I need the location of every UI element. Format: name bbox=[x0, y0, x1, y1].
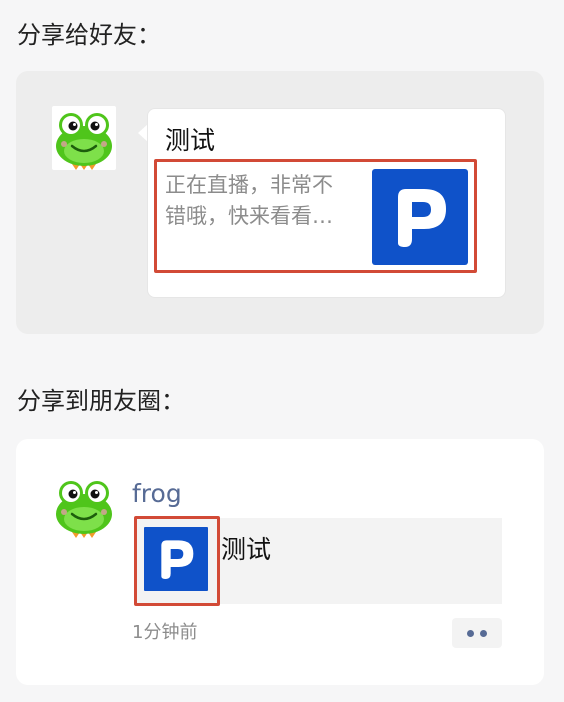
more-dots-icon[interactable] bbox=[452, 618, 502, 648]
highlight-thumbnail-box bbox=[134, 516, 220, 606]
frog-avatar-icon bbox=[52, 106, 116, 170]
post-time: 1分钟前 bbox=[132, 622, 198, 643]
share-title: 测试 bbox=[165, 126, 216, 155]
friend-share-heading: 分享给好友： bbox=[17, 21, 161, 49]
highlight-description-box bbox=[154, 159, 477, 273]
moments-card-title: 测试 bbox=[221, 535, 272, 564]
frog-avatar-icon bbox=[52, 474, 116, 538]
moments-share-heading: 分享到朋友圈： bbox=[17, 387, 185, 415]
moments-nickname[interactable]: frog bbox=[132, 478, 182, 510]
dot bbox=[480, 630, 487, 637]
dot bbox=[467, 630, 474, 637]
